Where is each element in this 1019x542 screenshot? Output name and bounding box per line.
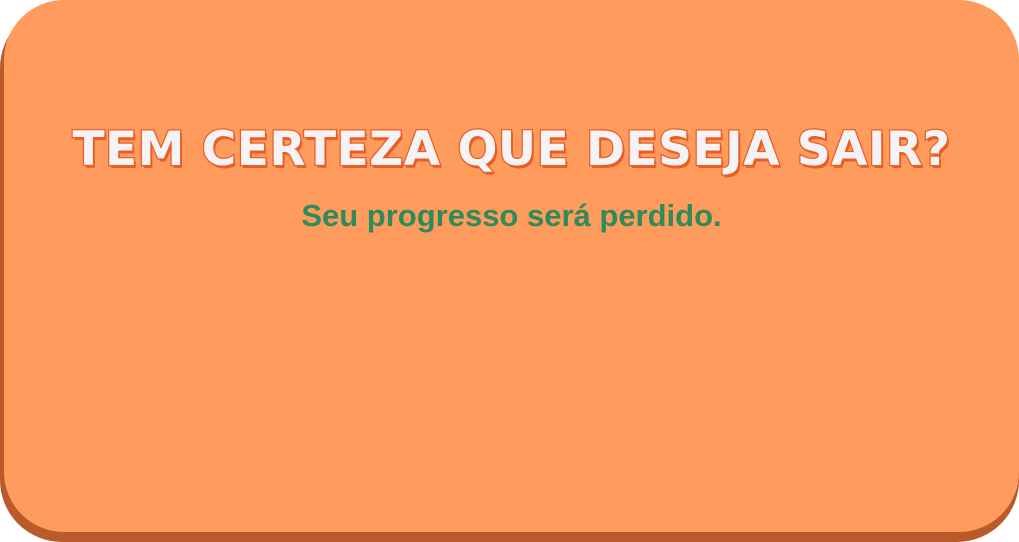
dialog-message: Seu progresso será perdido. [301, 198, 722, 233]
dialog-title: TEM CERTEZA QUE DESEJA SAIR? [71, 121, 951, 179]
exit-confirmation-dialog: TEM CERTEZA QUE DESEJA SAIR? Seu progres… [4, 0, 1019, 532]
